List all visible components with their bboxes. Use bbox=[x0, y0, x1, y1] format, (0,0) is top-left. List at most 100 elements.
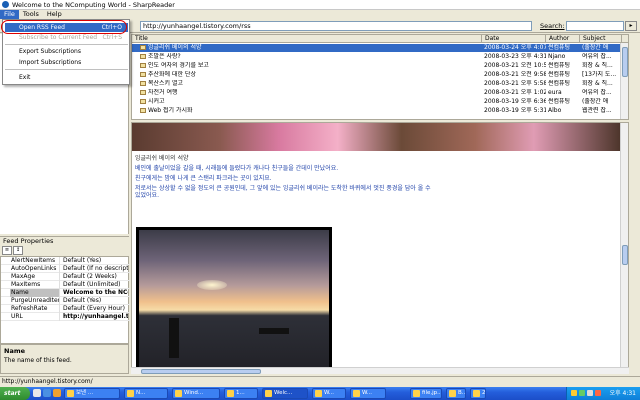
highlight-ring bbox=[1, 20, 127, 34]
item-date: 2008-03-19 오후 6:36 bbox=[484, 98, 546, 105]
property-row[interactable]: MaxItems Default (Unlimited) bbox=[1, 281, 130, 289]
feed-item-row[interactable]: 인도 여자의 경기를 보고 2008-03-21 오전 10:57 썬컴퓨팅 회장 &… bbox=[132, 62, 628, 70]
tray-icon[interactable] bbox=[571, 390, 577, 396]
item-subject: 회장 & 직... bbox=[582, 62, 613, 69]
clock: 오후 4:31 bbox=[609, 390, 636, 397]
article-paragraph: 친구에게는 밤에 나게 큰 스탠리 파크라는 곳이 있지요. bbox=[135, 175, 272, 182]
task-app-icon bbox=[315, 390, 322, 397]
quicklaunch-ie-icon[interactable] bbox=[43, 389, 51, 397]
system-tray: 오후 4:31 bbox=[566, 387, 640, 400]
menu-separator bbox=[5, 44, 128, 45]
taskbar-button[interactable]: N... bbox=[124, 388, 168, 399]
property-row[interactable]: MaxAge Default (2 Weeks) bbox=[1, 273, 130, 281]
quicklaunch-media-icon[interactable] bbox=[53, 389, 61, 397]
item-title: 추산화에 대한 단상 bbox=[148, 71, 196, 78]
search-go-button[interactable]: ▸ bbox=[625, 21, 637, 31]
item-title: 조말은 사랑? bbox=[148, 53, 181, 60]
item-list-scrollbar[interactable] bbox=[620, 43, 628, 119]
task-app-icon bbox=[127, 390, 134, 397]
item-title: 자전거 여행 bbox=[148, 89, 178, 96]
tray-icon[interactable] bbox=[579, 390, 585, 396]
taskbar-button[interactable]: file,jp... bbox=[410, 388, 442, 399]
item-title: 잉글리쉬 베이의 석양 bbox=[148, 44, 202, 51]
tray-icon[interactable] bbox=[595, 390, 601, 396]
item-subject: 여유의 잡... bbox=[582, 89, 612, 96]
property-row[interactable]: AlertNewItems Default (Yes) bbox=[1, 257, 130, 265]
property-row[interactable]: URLhttp://yunhaangel.tistory.com/rss bbox=[1, 313, 130, 321]
property-description-name: Name bbox=[4, 347, 26, 355]
item-title: 목산스키 열고 bbox=[148, 80, 184, 87]
article-body: 잉글리쉬 베이의 석양 베인에 출날이었을 갈을 때, 시래들에 들렀다가 캐나… bbox=[135, 155, 435, 199]
item-author: 썬컴퓨팅 bbox=[548, 71, 571, 78]
menu-export-subscriptions[interactable]: Export Subscriptions bbox=[5, 47, 128, 56]
address-input[interactable]: http://yunhaangel.tistory.com/rss bbox=[140, 21, 532, 31]
taskbar-button[interactable]: 1... bbox=[224, 388, 258, 399]
menu-help[interactable]: Help bbox=[43, 10, 66, 19]
properties-toolbar: ≡ ↕ bbox=[0, 245, 129, 256]
column-subject[interactable]: Subject bbox=[580, 35, 622, 43]
task-app-icon bbox=[227, 390, 234, 397]
taskbar-button-label: 2... bbox=[482, 390, 486, 396]
item-author: Njano bbox=[548, 53, 566, 60]
article-paragraph: 베인에 출날이었을 갈을 때, 시래들에 들렀다가 캐나다 친구들을 간데이 만… bbox=[135, 165, 339, 172]
feed-item-row[interactable]: 잉글리쉬 베이의 석양 2008-03-24 오후 4:07 썬컴퓨팅 (출장간 애 bbox=[132, 44, 628, 52]
menu-bar: File Tools Help bbox=[0, 10, 640, 19]
feed-item-row[interactable]: 시커고 2008-03-19 오후 6:36 썬컴퓨팅 (출장간 애 bbox=[132, 98, 628, 106]
column-date[interactable]: Date bbox=[482, 35, 546, 43]
feed-item-row[interactable]: Web 접기 가시화 2008-03-19 오후 5:31 Albo 웹관련 잡... bbox=[132, 107, 628, 115]
app-icon bbox=[2, 1, 9, 8]
item-list-scroll-thumb[interactable] bbox=[622, 47, 628, 77]
article-hscrollbar[interactable] bbox=[131, 367, 629, 374]
taskbar-button[interactable]: Welc... bbox=[262, 388, 308, 399]
property-row[interactable]: AutoOpenLinksDefault (If no description) bbox=[1, 265, 130, 273]
start-button[interactable]: start bbox=[0, 387, 30, 400]
taskbar-button[interactable]: 2... bbox=[470, 388, 486, 399]
article-scroll-thumb[interactable] bbox=[622, 245, 628, 265]
feed-item-row[interactable]: 자전거 여행 2008-03-21 오후 1:02 eura 여유의 잡... bbox=[132, 89, 628, 97]
article-pane: 잉글리쉬 베이의 석양 베인에 출날이었을 갈을 때, 시래들에 들렀다가 캐나… bbox=[131, 122, 629, 374]
item-author: 썬컴퓨팅 bbox=[548, 98, 571, 105]
item-subject: [13가지 도... bbox=[582, 71, 617, 78]
menu-tools[interactable]: Tools bbox=[19, 10, 43, 19]
taskbar-button[interactable]: Wind... bbox=[172, 388, 220, 399]
item-title: 시커고 bbox=[148, 98, 165, 105]
taskbar-button[interactable]: W... bbox=[312, 388, 346, 399]
item-author: 썬컴퓨팅 bbox=[548, 80, 571, 87]
item-date: 2008-03-21 오후 5:58 bbox=[484, 80, 546, 87]
alphabetical-icon[interactable]: ↕ bbox=[13, 246, 23, 255]
feed-item-row[interactable]: 추산화에 대한 단상 2008-03-21 오전 9:58 썬컴퓨팅 [13가지 도.… bbox=[132, 71, 628, 79]
properties-grid: AlertNewItems Default (Yes) AutoOpenLinks… bbox=[0, 256, 130, 344]
taskbar-button-label: W... bbox=[324, 390, 335, 396]
taskbar-button-label: file,jp... bbox=[422, 390, 442, 396]
property-row[interactable]: RefreshRate Default (Every Hour) bbox=[1, 305, 130, 313]
menu-separator bbox=[5, 69, 128, 70]
item-subject: 웹관련 잡... bbox=[582, 107, 612, 114]
feed-item-row[interactable]: 조말은 사랑? 2008-03-23 오후 4:31 Njano 여유의 잡... bbox=[132, 53, 628, 61]
tree-silhouette bbox=[169, 318, 179, 358]
property-row[interactable]: NameWelcome to the NComputing World bbox=[1, 289, 130, 297]
search-input[interactable] bbox=[566, 21, 624, 31]
feed-item-row[interactable]: 목산스키 열고 2008-03-21 오후 5:58 썬컴퓨팅 회장 & 직... bbox=[132, 80, 628, 88]
article-hscroll-thumb[interactable] bbox=[141, 369, 261, 374]
menu-exit[interactable]: Exit bbox=[5, 73, 128, 82]
item-title: 인도 여자의 경기를 보고 bbox=[148, 62, 209, 69]
categorized-icon[interactable]: ≡ bbox=[2, 246, 12, 255]
item-date: 2008-03-21 오전 9:58 bbox=[484, 71, 546, 78]
taskbar-button[interactable]: W... bbox=[350, 388, 386, 399]
taskbar-button-label: Welc... bbox=[274, 390, 293, 396]
article-scrollbar[interactable] bbox=[620, 123, 628, 367]
taskbar-button[interactable]: 보낸 ... bbox=[64, 388, 120, 399]
quicklaunch-desktop-icon[interactable] bbox=[33, 389, 41, 397]
taskbar-button[interactable]: B... bbox=[446, 388, 466, 399]
item-subject: (출장간 애 bbox=[582, 44, 609, 51]
menu-subscribe-current-feed[interactable]: Subscribe to Current Feed Ctrl+S bbox=[5, 33, 128, 42]
taskbar-button-label: 1... bbox=[236, 390, 245, 396]
menu-import-subscriptions[interactable]: Import Subscriptions bbox=[5, 58, 128, 67]
blog-banner-image bbox=[132, 123, 622, 151]
column-title[interactable]: Title bbox=[132, 35, 482, 43]
property-row[interactable]: PurgeUnreadItemsDefault (Yes) bbox=[1, 297, 130, 305]
tray-icon[interactable] bbox=[587, 390, 593, 396]
column-author[interactable]: Author bbox=[546, 35, 580, 43]
menu-file[interactable]: File bbox=[0, 10, 19, 19]
item-date: 2008-03-24 오후 4:07 bbox=[484, 44, 546, 51]
